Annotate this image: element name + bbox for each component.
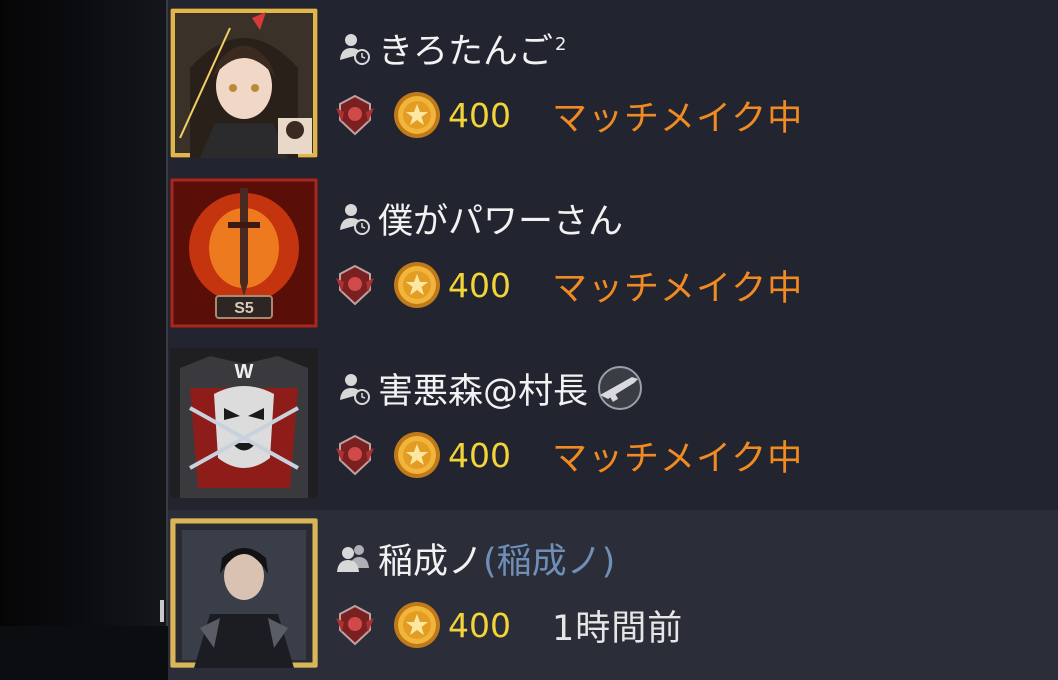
rank-emblem-icon xyxy=(336,94,374,136)
rank-emblem-icon xyxy=(336,604,374,646)
coin-icon xyxy=(394,262,440,308)
left-background xyxy=(0,0,166,626)
friend-stat-line: 400 1時間前 xyxy=(330,600,683,650)
friend-name: 害悪森@村長 xyxy=(378,371,589,412)
anime-girl-avatar[interactable] xyxy=(170,8,318,158)
friend-row[interactable]: W 害悪森@村長 400 マッチメイク中 xyxy=(168,340,1058,510)
brand-logo: W xyxy=(235,361,254,383)
friend-alias: (稲成ノ) xyxy=(483,541,616,582)
coin-amount: 400 xyxy=(448,95,511,135)
friend-name-line: 害悪森@村長 xyxy=(336,366,648,412)
single-user-clock-icon xyxy=(340,374,370,405)
friend-stat-line: 400 マッチメイク中 xyxy=(330,90,803,140)
coin-amount: 400 xyxy=(448,435,511,475)
coin-icon xyxy=(394,92,440,138)
coin-amount: 400 xyxy=(448,605,511,645)
friend-name: きろたんご 2 xyxy=(378,31,567,72)
friend-row[interactable]: S5 僕がパワーさん 400 マッチメイク中 xyxy=(168,170,1058,340)
masked-warrior-avatar[interactable]: W xyxy=(170,348,318,498)
friend-name: 稲成ノ xyxy=(378,541,484,582)
coin-amount: 400 xyxy=(448,265,511,305)
single-user-clock-icon xyxy=(340,34,370,65)
friend-list-panel[interactable]: きろたんご 2 400 マッチメイク中 S5 僕がパワーさん 400 マッチメイ… xyxy=(168,0,1058,680)
season-label: S5 xyxy=(234,300,254,317)
rank-emblem-icon xyxy=(336,264,374,306)
coin-icon xyxy=(394,432,440,478)
coin-icon xyxy=(394,602,440,648)
friend-status: マッチメイク中 xyxy=(552,268,804,309)
rank-emblem-icon xyxy=(336,434,374,476)
friend-status: マッチメイク中 xyxy=(552,438,804,479)
friend-name: 僕がパワーさん xyxy=(378,201,624,242)
weapon-badge-icon xyxy=(598,366,643,410)
friend-status: 1時間前 xyxy=(552,608,684,649)
friend-stat-line: 400 マッチメイク中 xyxy=(330,430,803,480)
friend-name-line: 稲成ノ (稲成ノ) xyxy=(336,536,615,582)
dark-woman-avatar[interactable] xyxy=(170,518,318,668)
friend-row[interactable]: きろたんご 2 400 マッチメイク中 xyxy=(168,0,1058,170)
flaming-sword-avatar[interactable]: S5 xyxy=(170,178,318,328)
friend-row[interactable]: 稲成ノ (稲成ノ) 400 1時間前 xyxy=(168,510,1058,680)
friend-stat-line: 400 マッチメイク中 xyxy=(330,260,803,310)
single-user-clock-icon xyxy=(340,204,370,235)
friend-name-line: 僕がパワーさん xyxy=(336,196,623,242)
friend-name-line: きろたんご 2 xyxy=(336,26,566,72)
two-users-icon xyxy=(337,545,369,572)
friend-status: マッチメイク中 xyxy=(552,98,804,139)
selection-marker xyxy=(160,600,164,622)
